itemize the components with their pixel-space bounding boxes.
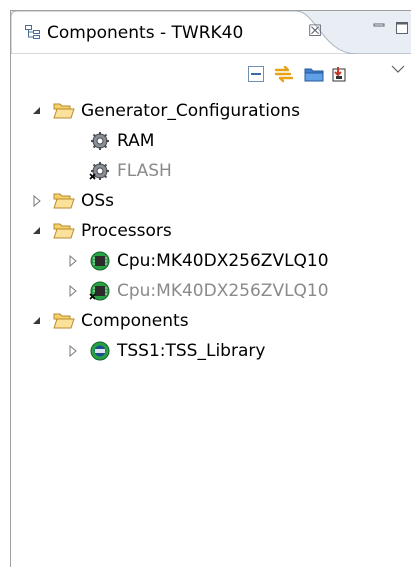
tree-node-label: RAM <box>117 131 155 151</box>
collapsed-arrow-icon[interactable] <box>67 345 79 357</box>
tree-node-label: OSs <box>81 191 115 211</box>
cpu-chip-disabled-icon <box>89 281 110 301</box>
tree-node-label: Generator_Configurations <box>81 101 300 121</box>
tree-node-label: FLASH <box>117 161 172 181</box>
folder-icon[interactable] <box>303 63 325 85</box>
maximize-icon[interactable] <box>395 21 409 35</box>
expanded-arrow-icon[interactable] <box>31 105 43 117</box>
tree-node-components[interactable]: Components <box>11 309 401 333</box>
tree-node-label: TSS1:TSS_Library <box>117 341 266 361</box>
close-icon[interactable]: ☒ <box>307 23 323 39</box>
tss-component-icon <box>90 341 110 361</box>
gear-icon <box>91 132 109 150</box>
tree-node-oss[interactable]: OSs <box>11 189 401 213</box>
tab-title: Components - TWRK40 <box>47 23 244 43</box>
open-folder-icon <box>53 193 75 209</box>
tree-node-tss1[interactable]: TSS1:TSS_Library <box>11 339 401 363</box>
components-view: Components - TWRK40 ☒ Generator_Configur… <box>10 10 411 567</box>
collapse-all-icon[interactable] <box>245 63 267 85</box>
tree-node-label: Cpu:MK40DX256ZVLQ10 <box>117 281 329 301</box>
minimize-icon[interactable] <box>371 21 387 35</box>
collapsed-arrow-icon[interactable] <box>31 195 43 207</box>
tree-node-generator-configurations[interactable]: Generator_Configurations <box>11 99 401 123</box>
open-folder-icon <box>53 223 75 239</box>
components-view-icon <box>25 25 40 39</box>
view-menu-icon[interactable] <box>387 57 409 79</box>
expanded-arrow-icon[interactable] <box>31 315 43 327</box>
open-folder-icon <box>53 313 75 329</box>
collapsed-arrow-icon[interactable] <box>67 285 79 297</box>
tab-components[interactable]: Components - TWRK40 ☒ <box>11 11 357 54</box>
expanded-arrow-icon[interactable] <box>31 225 43 237</box>
gear-disabled-icon <box>89 162 109 180</box>
view-toolbar <box>11 53 411 89</box>
tree-node-ram[interactable]: RAM <box>11 129 401 153</box>
tree-node-flash[interactable]: FLASH <box>11 159 401 183</box>
tree-node-cpu[interactable]: Cpu:MK40DX256ZVLQ10 <box>11 249 401 273</box>
tree-node-label: Processors <box>81 221 172 241</box>
tree-node-processors[interactable]: Processors <box>11 219 401 243</box>
tree-node-cpu-disabled[interactable]: Cpu:MK40DX256ZVLQ10 <box>11 279 401 303</box>
tree-node-label: Cpu:MK40DX256ZVLQ10 <box>117 251 329 271</box>
export-icon[interactable] <box>329 63 351 85</box>
collapsed-arrow-icon[interactable] <box>67 255 79 267</box>
view-tab-bar: Components - TWRK40 ☒ <box>11 11 411 54</box>
open-folder-icon <box>53 103 75 119</box>
tree-node-label: Components <box>81 311 189 331</box>
link-with-editor-icon[interactable] <box>273 63 295 85</box>
cpu-chip-icon <box>90 251 110 271</box>
